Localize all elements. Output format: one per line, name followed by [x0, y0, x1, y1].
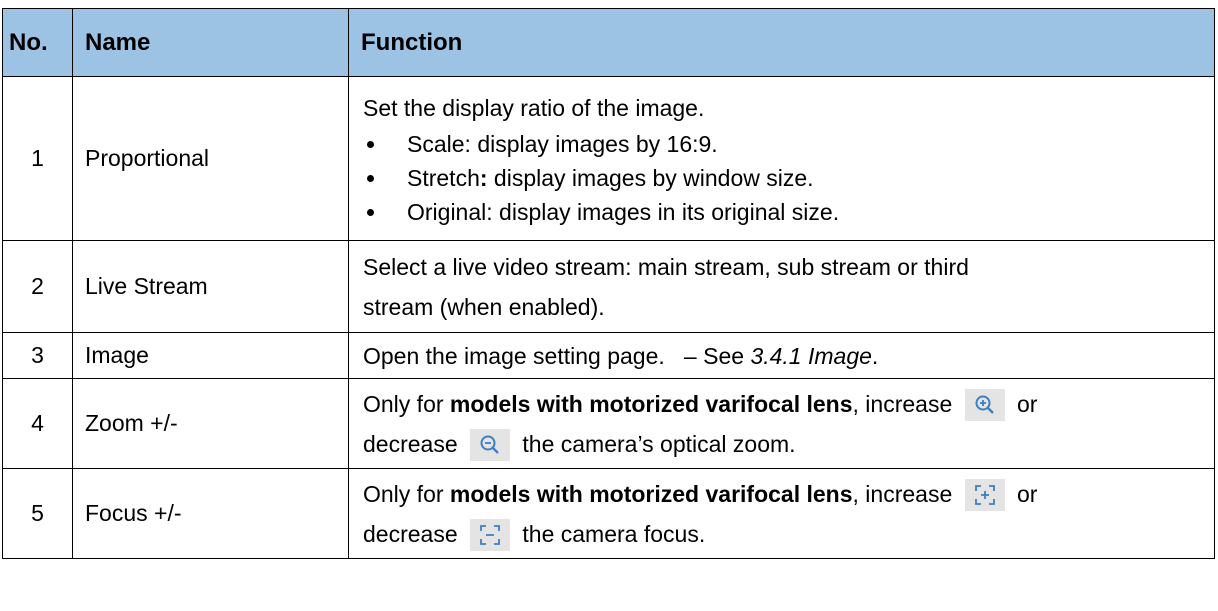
row-number: 2	[2, 240, 73, 333]
row-number: 4	[2, 378, 73, 469]
function-line: Only for models with motorized varifocal…	[363, 384, 1208, 424]
list-item: Stretch: display images by window size.	[363, 161, 1208, 195]
row-number: 3	[2, 332, 73, 379]
row-name: Live Stream	[72, 240, 349, 333]
function-text: decrease	[363, 430, 465, 457]
bullet-icon	[367, 140, 374, 148]
bullet-icon	[367, 174, 374, 182]
option-text: display images in its original size.	[492, 198, 840, 225]
function-line: Select a live video stream: main stream,…	[363, 253, 969, 280]
header-name: Name	[72, 8, 349, 77]
function-intro: Set the display ratio of the image.	[363, 94, 705, 121]
header-no: No.	[2, 8, 73, 77]
function-table: No. Name Function 1 Proportional Set the…	[2, 8, 1215, 559]
function-text: Only for	[363, 480, 450, 507]
function-line: decrease the camera’s optical zoom.	[363, 424, 1208, 464]
function-line: stream (when enabled).	[363, 293, 605, 320]
option-term: Scale	[407, 130, 465, 157]
function-line: Only for models with motorized varifocal…	[363, 474, 1208, 514]
function-text: or	[1010, 390, 1038, 417]
row-function: Only for models with motorized varifocal…	[348, 468, 1215, 559]
row-name: Proportional	[72, 76, 349, 241]
table-row: 5 Focus +/- Only for models with motoriz…	[2, 468, 1215, 559]
row-name: Image	[72, 332, 349, 379]
option-text: display images by window size.	[487, 164, 814, 191]
function-text: .	[871, 342, 879, 369]
zoom-out-icon	[470, 429, 511, 462]
function-text: decrease	[363, 520, 465, 547]
section-reference-link[interactable]: 3.4.1 Image	[750, 343, 871, 369]
row-name: Zoom +/-	[72, 378, 349, 469]
row-name: Focus +/-	[72, 468, 349, 559]
bullet-icon	[367, 208, 374, 216]
row-function: Open the image setting page. – See 3.4.1…	[348, 332, 1215, 379]
function-line: decrease the camera focus.	[363, 514, 1208, 554]
emphasis-text: models with motorized varifocal lens	[449, 390, 853, 417]
list-item: Original: display images in its original…	[363, 195, 1208, 229]
table-row: 4 Zoom +/- Only for models with motorize…	[2, 378, 1215, 469]
zoom-in-icon	[964, 389, 1005, 422]
function-text: the camera’s optical zoom.	[516, 430, 796, 457]
row-number: 5	[2, 468, 73, 559]
option-text: display images by 16:9.	[470, 130, 718, 157]
emphasis-text: models with motorized varifocal lens	[449, 480, 853, 507]
table-row: 3 Image Open the image setting page. – S…	[2, 332, 1215, 379]
row-function: Select a live video stream: main stream,…	[348, 240, 1215, 333]
focus-far-icon	[470, 519, 511, 552]
function-text: Open the image setting page. – See	[363, 342, 751, 369]
function-text: Only for	[363, 390, 450, 417]
row-function: Set the display ratio of the image. Scal…	[348, 76, 1215, 241]
row-number: 1	[2, 76, 73, 241]
focus-near-icon	[964, 479, 1005, 512]
option-sep: :	[479, 164, 488, 191]
row-function: Only for models with motorized varifocal…	[348, 378, 1215, 469]
option-term: Original	[407, 198, 487, 225]
header-function: Function	[348, 8, 1215, 77]
function-text: the camera focus.	[516, 520, 706, 547]
table-row: 2 Live Stream Select a live video stream…	[2, 240, 1215, 333]
function-text: , increase	[852, 390, 959, 417]
function-line: Open the image setting page. – See 3.4.1…	[363, 336, 1208, 376]
table-caption	[0, 0, 1218, 8]
option-list: Scale: display images by 16:9. Stretch: …	[363, 127, 1208, 229]
option-term: Stretch	[407, 164, 480, 191]
table-row: 1 Proportional Set the display ratio of …	[2, 76, 1215, 241]
list-item: Scale: display images by 16:9.	[363, 127, 1208, 161]
table-header-row: No. Name Function	[2, 8, 1215, 77]
function-text: , increase	[852, 480, 959, 507]
function-text: or	[1010, 480, 1038, 507]
